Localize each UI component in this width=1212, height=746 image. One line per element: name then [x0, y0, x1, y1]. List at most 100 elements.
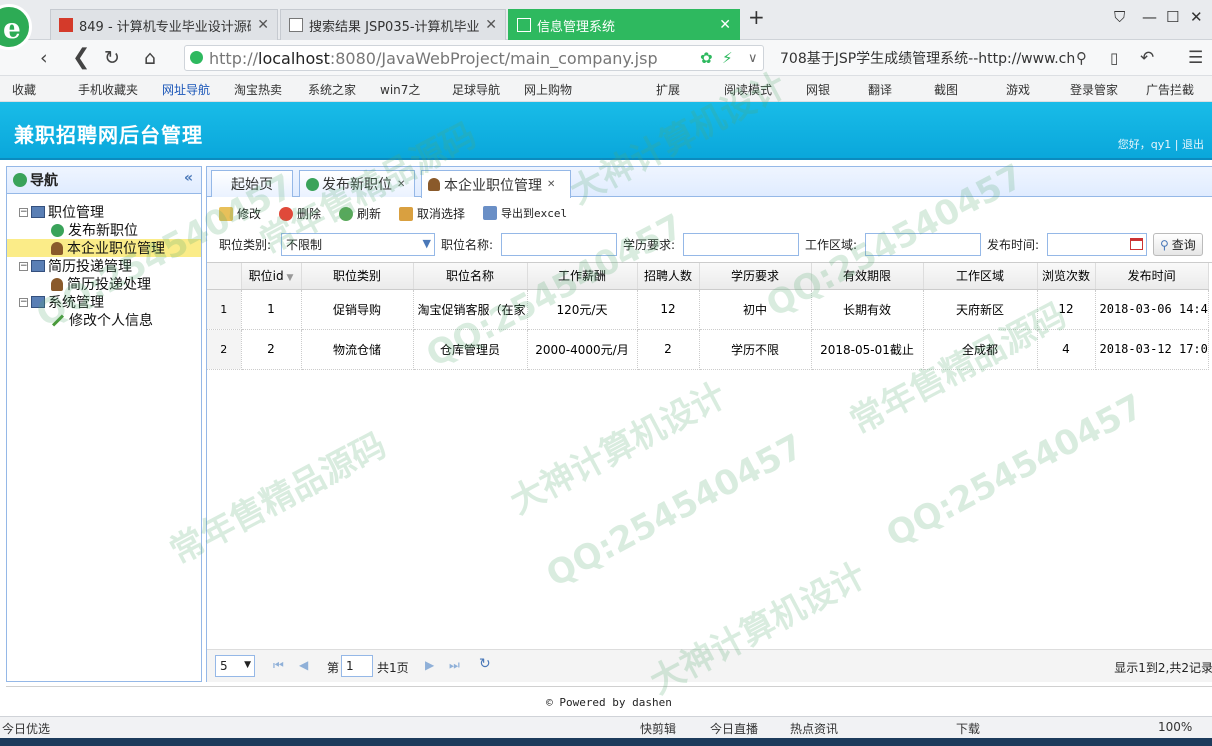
area-input[interactable] — [865, 233, 981, 256]
bookmark-item[interactable]: 网上购物 — [524, 81, 572, 98]
skin-icon[interactable]: ⛉ — [1114, 8, 1125, 26]
browser-status-bar: 今日优选 快剪辑 今日直播 热点资讯 下载 100% — [0, 716, 1212, 738]
edit-button[interactable]: 修改 — [219, 205, 261, 222]
status-item[interactable]: 今日直播 — [710, 720, 758, 737]
bookmark-item[interactable]: 淘宝热卖 — [234, 81, 282, 98]
browser-tab-2[interactable]: 搜索结果 JSP035-计算机毕业设 ✕ — [280, 9, 506, 40]
page-size-select[interactable]: 5 ▼ — [215, 655, 255, 677]
tab-label: 发布新职位 — [322, 177, 392, 193]
table-row[interactable]: 1 1 促销导购 淘宝促销客服（在家 120元/天 12 初中 长期有效 天府新… — [207, 289, 1209, 330]
column-header[interactable]: 工作区域 — [923, 263, 1038, 290]
column-header[interactable]: 职位名称 — [413, 263, 528, 290]
back-icon[interactable]: ‹ — [40, 47, 48, 69]
tab-post-job[interactable]: 发布新职位 ✕ — [299, 170, 415, 197]
chevron-down-icon[interactable]: ▼ — [423, 237, 431, 250]
phone-icon[interactable]: ▯ — [1110, 49, 1118, 67]
reload-icon[interactable]: ↻ — [104, 47, 120, 69]
dropdown-icon[interactable]: ∨ — [748, 51, 758, 66]
tool-item[interactable]: 截图 — [934, 81, 958, 98]
lightning-icon[interactable]: ⚡ — [722, 49, 733, 67]
tool-item[interactable]: 阅读模式 — [724, 81, 772, 98]
tab-home[interactable]: 起始页 — [211, 170, 293, 197]
collapse-icon[interactable]: « — [184, 170, 193, 186]
nav-group-system[interactable]: − 系统管理 — [7, 293, 201, 311]
tool-item[interactable]: 游戏 — [1006, 81, 1030, 98]
bookmark-item[interactable]: 足球导航 — [452, 81, 500, 98]
status-item[interactable]: 下载 — [956, 720, 980, 737]
time-input[interactable] — [1047, 233, 1147, 256]
column-header[interactable]: 职位类别 — [301, 263, 414, 290]
search-icon[interactable]: ⚲ — [1076, 49, 1087, 67]
minimize-icon[interactable]: — — [1142, 8, 1157, 26]
zoom-level[interactable]: 100% — [1158, 720, 1192, 734]
tool-item[interactable]: 登录管家 — [1070, 81, 1118, 98]
chevron-down-icon[interactable]: ▼ — [244, 660, 251, 670]
bookmark-item[interactable]: win7之 — [380, 81, 420, 98]
tool-item[interactable]: 广告拦截 — [1146, 81, 1194, 98]
cancel-select-button[interactable]: 取消选择 — [399, 205, 465, 222]
browser-tab-active[interactable]: 信息管理系统 ✕ — [508, 9, 740, 40]
column-header[interactable]: 招聘人数 — [637, 263, 700, 290]
column-header[interactable]: 职位id ▼ — [241, 263, 302, 290]
bookmark-item[interactable]: 收藏 — [12, 81, 36, 98]
close-icon[interactable]: ✕ — [257, 17, 269, 33]
nav-item-resume-handle[interactable]: 简历投递处理 — [7, 275, 201, 293]
close-icon[interactable]: ✕ — [397, 179, 405, 190]
tool-item[interactable]: 网银 — [806, 81, 830, 98]
education-input[interactable] — [683, 233, 799, 256]
back-arrow-icon[interactable]: ❮ — [72, 45, 90, 70]
nav-item-post-job[interactable]: 发布新职位 — [7, 221, 201, 239]
status-left[interactable]: 今日优选 — [2, 720, 50, 737]
export-button[interactable]: 导出到excel — [483, 205, 567, 221]
column-header[interactable]: 浏览次数 — [1037, 263, 1096, 290]
bookmark-item[interactable]: 手机收藏夹 — [78, 81, 138, 98]
browser-tab-1[interactable]: 849 - 计算机专业毕业设计源码网 ✕ — [50, 9, 278, 40]
calendar-icon[interactable] — [1130, 238, 1143, 250]
table-row[interactable]: 2 2 物流仓储 仓库管理员 2000-4000元/月 2 学历不限 2018-… — [207, 329, 1209, 370]
prev-page-icon[interactable]: ◀ — [299, 658, 308, 672]
tool-item[interactable]: 扩展 — [656, 81, 680, 98]
nav-item-company-jobs[interactable]: 本企业职位管理 — [7, 239, 201, 257]
user-greeting[interactable]: 您好，qy1 | 退出 — [1118, 136, 1204, 152]
close-icon[interactable]: ✕ — [547, 179, 555, 190]
new-tab-icon[interactable]: + — [748, 5, 765, 29]
page-number-input[interactable]: 1 — [341, 655, 373, 677]
search-box[interactable]: 708基于JSP学生成绩管理系统--http://www.ch — [774, 45, 1094, 71]
speed-icon[interactable]: ✿ — [700, 49, 713, 67]
collapse-box-icon[interactable]: − — [19, 297, 28, 307]
column-header[interactable]: 工作薪酬 — [527, 263, 638, 290]
category-select[interactable]: 不限制 ▼ — [281, 233, 435, 256]
query-button[interactable]: ⚲ 查询 — [1153, 233, 1203, 256]
window-close-icon[interactable]: ✕ — [1190, 8, 1203, 26]
nav-item-edit-profile[interactable]: 修改个人信息 — [7, 311, 201, 329]
delete-button[interactable]: 删除 — [279, 205, 321, 222]
next-page-icon[interactable]: ▶ — [425, 658, 434, 672]
tool-item[interactable]: 翻译 — [868, 81, 892, 98]
undo-icon[interactable]: ↶ — [1140, 48, 1154, 68]
table-cell: 12 — [637, 289, 700, 330]
url-bar[interactable]: http://localhost:8080/JavaWebProject/mai… — [184, 45, 764, 71]
nav-group-jobs[interactable]: − 职位管理 — [7, 203, 201, 221]
bookmark-item[interactable]: 网址导航 — [162, 81, 210, 98]
close-icon[interactable]: ✕ — [719, 17, 731, 33]
column-header[interactable]: 发布时间 — [1095, 263, 1209, 290]
nav-group-resumes[interactable]: − 简历投递管理 — [7, 257, 201, 275]
refresh-icon[interactable]: ↻ — [479, 656, 491, 672]
row-number: 1 — [207, 289, 242, 330]
close-icon[interactable]: ✕ — [485, 17, 497, 33]
collapse-box-icon[interactable]: − — [19, 207, 28, 217]
maximize-icon[interactable]: ☐ — [1166, 8, 1179, 26]
menu-icon[interactable]: ☰ — [1188, 48, 1203, 68]
bookmark-item[interactable]: 系统之家 — [308, 81, 356, 98]
column-header[interactable]: 学历要求 — [699, 263, 812, 290]
last-page-icon[interactable]: ⏭ — [449, 658, 460, 673]
column-header[interactable]: 有效期限 — [811, 263, 924, 290]
collapse-box-icon[interactable]: − — [19, 261, 28, 271]
status-item[interactable]: 快剪辑 — [640, 720, 676, 737]
name-input[interactable] — [501, 233, 617, 256]
home-icon[interactable]: ⌂ — [144, 47, 156, 69]
status-item[interactable]: 热点资讯 — [790, 720, 838, 737]
tab-company-jobs[interactable]: 本企业职位管理 ✕ — [421, 170, 571, 198]
first-page-icon[interactable]: ⏮ — [273, 658, 284, 673]
refresh-button[interactable]: 刷新 — [339, 205, 381, 222]
